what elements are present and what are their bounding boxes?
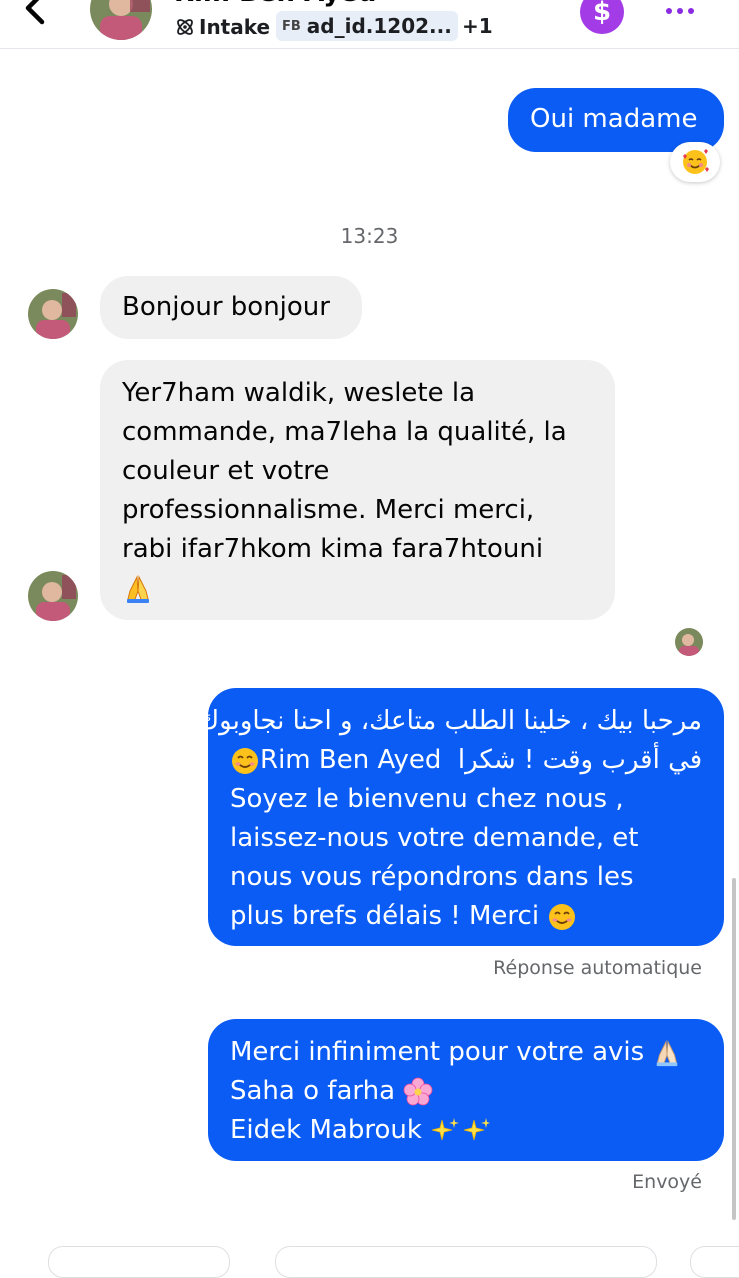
message-line: Eidek Mabrouk: [230, 1115, 422, 1145]
sender-avatar[interactable]: [28, 571, 78, 621]
intake-label: Intake: [199, 15, 271, 39]
message-line: plus brefs délais ! Merci: [230, 901, 540, 931]
chevron-left-icon: [25, 0, 45, 25]
back-button[interactable]: [12, 0, 56, 30]
message-reaction[interactable]: [670, 142, 720, 182]
sent-status-label: Envoyé: [632, 1171, 702, 1193]
ad-id-tag[interactable]: FB ad_id.1202...: [276, 11, 458, 41]
folded-hands-icon: [657, 1039, 678, 1066]
message-line: Merci infiniment pour votre avis: [230, 1037, 645, 1067]
quick-reply-chip[interactable]: [690, 1246, 739, 1278]
conversation-header: Rim Ben Ayed Intake FB ad_id.1202... +1 …: [0, 0, 739, 49]
quick-reply-chip[interactable]: [48, 1246, 230, 1278]
message-line: Soyez le bienvenu chez nous ,: [230, 784, 624, 814]
message-line: Yer7ham waldik, weslete la: [122, 378, 476, 408]
message-bubble-incoming[interactable]: Bonjour bonjour: [100, 276, 362, 339]
smiling-face-icon: [549, 903, 576, 930]
message-text: Oui madame: [530, 104, 698, 134]
scrollbar[interactable]: [732, 878, 736, 1220]
message-bubble-outgoing[interactable]: Merci infiniment pour votre avis Saha o …: [208, 1019, 724, 1161]
more-tags-count[interactable]: +1: [462, 14, 493, 38]
message-bubble-incoming[interactable]: Yer7ham waldik, weslete la commande, ma7…: [100, 360, 615, 620]
fb-source-label: FB: [282, 18, 301, 34]
message-line: laissez-nous votre demande, et: [230, 823, 639, 853]
message-line: couleur et votre: [122, 456, 330, 486]
contact-avatar[interactable]: [90, 0, 152, 40]
contact-name-inline: Rim Ben Ayed: [260, 745, 442, 775]
message-line-arabic: في أقرب وقت ! شكرا: [457, 745, 703, 775]
message-line: commande, ma7leha la qualité, la: [122, 417, 567, 447]
payment-button[interactable]: $: [580, 0, 624, 34]
message-line: nous vous répondrons dans les: [230, 862, 634, 892]
message-bubble-outgoing-auto-reply[interactable]: مرحبا بيك ، خلينا الطلب متاعك، و احنا نج…: [197, 688, 724, 946]
smiling-face-with-hearts-icon: [683, 149, 709, 174]
more-options-button[interactable]: [660, 0, 700, 26]
quick-reply-chip[interactable]: [275, 1246, 657, 1278]
smiling-face-icon: [232, 747, 258, 774]
cherry-blossom-icon: [403, 1077, 433, 1105]
message-line-arabic: مرحبا بيك ، خلينا الطلب متاعك، و احنا نج…: [197, 706, 702, 736]
atom-icon: [177, 19, 193, 35]
seen-receipt-avatar: [675, 628, 703, 656]
message-text: Bonjour bonjour: [122, 292, 330, 322]
sender-avatar[interactable]: [28, 289, 78, 339]
message-line: Saha o farha: [230, 1076, 396, 1106]
intake-tag[interactable]: Intake: [174, 14, 270, 40]
message-timestamp: 13:23: [340, 224, 399, 248]
more-dots-icon: [666, 8, 672, 14]
message-line: rabi ifar7hkom kima fara7htouni: [122, 534, 544, 564]
message-line: professionnalisme. Merci merci,: [122, 495, 535, 525]
auto-reply-label: Réponse automatique: [493, 957, 702, 979]
dollar-icon: $: [592, 0, 612, 27]
sparkles-icon: [432, 1117, 491, 1140]
folded-hands-icon: [127, 574, 149, 603]
contact-name[interactable]: Rim Ben Ayed: [174, 0, 376, 8]
ad-id-label: ad_id.1202...: [306, 14, 452, 38]
quick-reply-bar: [0, 1246, 739, 1278]
